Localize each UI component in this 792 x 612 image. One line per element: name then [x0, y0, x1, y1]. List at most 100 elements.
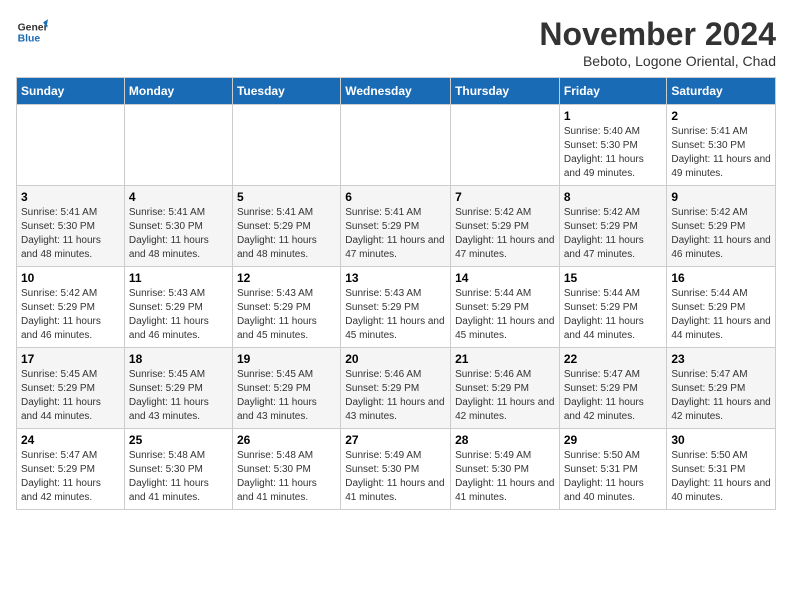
week-row-4: 17Sunrise: 5:45 AM Sunset: 5:29 PM Dayli… — [17, 348, 776, 429]
day-number: 28 — [455, 433, 555, 447]
day-number: 3 — [21, 190, 120, 204]
day-cell: 1 Sunrise: 5:40 AM Sunset: 5:30 PM Daylig… — [559, 105, 667, 186]
day-cell: 20 Sunrise: 5:46 AM Sunset: 5:29 PM Dayli… — [341, 348, 451, 429]
day-number: 29 — [564, 433, 663, 447]
calendar-header: SundayMondayTuesdayWednesdayThursdayFrid… — [17, 78, 776, 105]
day-cell: 22 Sunrise: 5:47 AM Sunset: 5:29 PM Dayli… — [559, 348, 667, 429]
day-number: 4 — [129, 190, 228, 204]
calendar-body: 1 Sunrise: 5:40 AM Sunset: 5:30 PM Daylig… — [17, 105, 776, 510]
day-number: 7 — [455, 190, 555, 204]
day-info: Sunrise: 5:41 AM Sunset: 5:30 PM Dayligh… — [21, 206, 120, 262]
day-cell: 30 Sunrise: 5:50 AM Sunset: 5:31 PM Dayli… — [667, 429, 776, 510]
header-cell-monday: Monday — [124, 78, 232, 105]
header-cell-friday: Friday — [559, 78, 667, 105]
day-info: Sunrise: 5:41 AM Sunset: 5:29 PM Dayligh… — [237, 206, 336, 262]
day-info: Sunrise: 5:47 AM Sunset: 5:29 PM Dayligh… — [564, 368, 663, 424]
day-cell: 13 Sunrise: 5:43 AM Sunset: 5:29 PM Dayli… — [341, 267, 451, 348]
day-info: Sunrise: 5:49 AM Sunset: 5:30 PM Dayligh… — [455, 449, 555, 505]
day-info: Sunrise: 5:41 AM Sunset: 5:30 PM Dayligh… — [671, 125, 771, 181]
day-info: Sunrise: 5:47 AM Sunset: 5:29 PM Dayligh… — [21, 449, 120, 505]
day-number: 19 — [237, 352, 336, 366]
day-number: 6 — [345, 190, 446, 204]
day-cell: 25Sunrise: 5:48 AM Sunset: 5:30 PM Dayli… — [124, 429, 232, 510]
day-number: 11 — [129, 271, 228, 285]
day-info: Sunrise: 5:44 AM Sunset: 5:29 PM Dayligh… — [671, 287, 771, 343]
header-row: SundayMondayTuesdayWednesdayThursdayFrid… — [17, 78, 776, 105]
day-info: Sunrise: 5:42 AM Sunset: 5:29 PM Dayligh… — [564, 206, 663, 262]
day-number: 23 — [671, 352, 771, 366]
day-number: 2 — [671, 109, 771, 123]
day-number: 21 — [455, 352, 555, 366]
day-cell — [17, 105, 125, 186]
day-cell: 24 Sunrise: 5:47 AM Sunset: 5:29 PM Dayli… — [17, 429, 125, 510]
header: General Blue November 2024 Beboto, Logon… — [16, 16, 776, 69]
logo-icon: General Blue — [16, 16, 48, 48]
day-cell — [124, 105, 232, 186]
day-cell: 6Sunrise: 5:41 AM Sunset: 5:29 PM Daylig… — [341, 186, 451, 267]
day-number: 12 — [237, 271, 336, 285]
day-info: Sunrise: 5:46 AM Sunset: 5:29 PM Dayligh… — [455, 368, 555, 424]
day-cell: 3 Sunrise: 5:41 AM Sunset: 5:30 PM Daylig… — [17, 186, 125, 267]
day-cell: 10 Sunrise: 5:42 AM Sunset: 5:29 PM Dayli… — [17, 267, 125, 348]
logo: General Blue — [16, 16, 48, 48]
calendar-table: SundayMondayTuesdayWednesdayThursdayFrid… — [16, 77, 776, 510]
day-number: 14 — [455, 271, 555, 285]
day-info: Sunrise: 5:48 AM Sunset: 5:30 PM Dayligh… — [129, 449, 228, 505]
svg-text:General: General — [18, 22, 48, 33]
day-number: 22 — [564, 352, 663, 366]
day-info: Sunrise: 5:44 AM Sunset: 5:29 PM Dayligh… — [564, 287, 663, 343]
location-title: Beboto, Logone Oriental, Chad — [539, 53, 776, 69]
day-cell: 23 Sunrise: 5:47 AM Sunset: 5:29 PM Dayli… — [667, 348, 776, 429]
day-cell — [232, 105, 340, 186]
header-cell-tuesday: Tuesday — [232, 78, 340, 105]
day-number: 26 — [237, 433, 336, 447]
day-cell: 12 Sunrise: 5:43 AM Sunset: 5:29 PM Dayli… — [232, 267, 340, 348]
header-cell-wednesday: Wednesday — [341, 78, 451, 105]
week-row-3: 10 Sunrise: 5:42 AM Sunset: 5:29 PM Dayli… — [17, 267, 776, 348]
day-number: 15 — [564, 271, 663, 285]
day-number: 1 — [564, 109, 663, 123]
day-info: Sunrise: 5:45 AM Sunset: 5:29 PM Dayligh… — [129, 368, 228, 424]
day-info: Sunrise: 5:48 AM Sunset: 5:30 PM Dayligh… — [237, 449, 336, 505]
day-info: Sunrise: 5:49 AM Sunset: 5:30 PM Dayligh… — [345, 449, 446, 505]
day-number: 30 — [671, 433, 771, 447]
day-number: 5 — [237, 190, 336, 204]
day-number: 27 — [345, 433, 446, 447]
day-info: Sunrise: 5:47 AM Sunset: 5:29 PM Dayligh… — [671, 368, 771, 424]
day-cell: 16 Sunrise: 5:44 AM Sunset: 5:29 PM Dayli… — [667, 267, 776, 348]
day-info: Sunrise: 5:43 AM Sunset: 5:29 PM Dayligh… — [237, 287, 336, 343]
day-info: Sunrise: 5:42 AM Sunset: 5:29 PM Dayligh… — [455, 206, 555, 262]
day-cell: 19 Sunrise: 5:45 AM Sunset: 5:29 PM Dayli… — [232, 348, 340, 429]
day-cell: 7 Sunrise: 5:42 AM Sunset: 5:29 PM Daylig… — [451, 186, 560, 267]
header-cell-saturday: Saturday — [667, 78, 776, 105]
day-number: 20 — [345, 352, 446, 366]
day-cell — [341, 105, 451, 186]
day-info: Sunrise: 5:40 AM Sunset: 5:30 PM Dayligh… — [564, 125, 663, 181]
day-cell: 18Sunrise: 5:45 AM Sunset: 5:29 PM Dayli… — [124, 348, 232, 429]
day-info: Sunrise: 5:46 AM Sunset: 5:29 PM Dayligh… — [345, 368, 446, 424]
day-info: Sunrise: 5:43 AM Sunset: 5:29 PM Dayligh… — [345, 287, 446, 343]
day-number: 13 — [345, 271, 446, 285]
day-cell: 5 Sunrise: 5:41 AM Sunset: 5:29 PM Daylig… — [232, 186, 340, 267]
day-cell: 28 Sunrise: 5:49 AM Sunset: 5:30 PM Dayli… — [451, 429, 560, 510]
day-info: Sunrise: 5:42 AM Sunset: 5:29 PM Dayligh… — [21, 287, 120, 343]
header-cell-thursday: Thursday — [451, 78, 560, 105]
week-row-2: 3 Sunrise: 5:41 AM Sunset: 5:30 PM Daylig… — [17, 186, 776, 267]
day-cell: 15 Sunrise: 5:44 AM Sunset: 5:29 PM Dayli… — [559, 267, 667, 348]
day-cell: 21 Sunrise: 5:46 AM Sunset: 5:29 PM Dayli… — [451, 348, 560, 429]
day-cell — [451, 105, 560, 186]
day-info: Sunrise: 5:41 AM Sunset: 5:30 PM Dayligh… — [129, 206, 228, 262]
day-info: Sunrise: 5:50 AM Sunset: 5:31 PM Dayligh… — [564, 449, 663, 505]
day-info: Sunrise: 5:45 AM Sunset: 5:29 PM Dayligh… — [237, 368, 336, 424]
day-info: Sunrise: 5:50 AM Sunset: 5:31 PM Dayligh… — [671, 449, 771, 505]
day-cell: 2 Sunrise: 5:41 AM Sunset: 5:30 PM Daylig… — [667, 105, 776, 186]
svg-text:Blue: Blue — [18, 34, 41, 45]
day-cell: 9Sunrise: 5:42 AM Sunset: 5:29 PM Daylig… — [667, 186, 776, 267]
day-info: Sunrise: 5:44 AM Sunset: 5:29 PM Dayligh… — [455, 287, 555, 343]
day-number: 9 — [671, 190, 771, 204]
day-cell: 27 Sunrise: 5:49 AM Sunset: 5:30 PM Dayli… — [341, 429, 451, 510]
day-number: 8 — [564, 190, 663, 204]
day-number: 24 — [21, 433, 120, 447]
day-number: 10 — [21, 271, 120, 285]
day-number: 16 — [671, 271, 771, 285]
